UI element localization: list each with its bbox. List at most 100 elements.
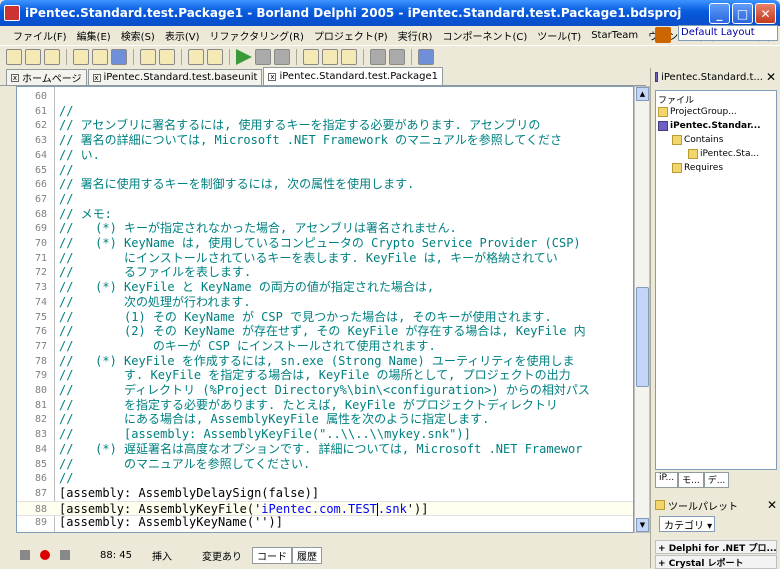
code-line[interactable]: 63 // 署名の詳細については, Microsoft .NET Framewor… [17,133,633,148]
tab-history[interactable]: 履歴 [292,546,322,564]
layout-select[interactable]: Default Layout [678,25,778,41]
code-line[interactable]: 89 [assembly: AssemblyKeyName('')] [17,515,633,530]
editor-vertical-scrollbar[interactable]: ▲ ▼ [634,86,650,533]
code-line[interactable]: 61 // [17,104,633,119]
code-line[interactable]: 68 // メモ: [17,207,633,222]
code-line[interactable]: 90 [17,530,633,532]
tree-item-projectgroup[interactable]: ProjectGroup... [658,107,737,117]
forward-arrow-icon[interactable] [389,49,405,65]
code-line[interactable]: 70 // (*) KeyName は, 使用しているコンピュータの Crypto… [17,236,633,251]
code-line[interactable]: 88 [assembly: AssemblyKeyFile('iPentec.co… [17,500,633,516]
tree-item-requires[interactable]: Requires [672,163,723,173]
step-over-icon[interactable] [322,49,338,65]
stop-icon[interactable] [274,49,290,65]
record-macro-icon[interactable] [40,550,50,560]
tree-item-unit[interactable]: iPentec.Sta... [688,149,759,159]
open-icon[interactable] [25,49,41,65]
maximize-button[interactable]: □ [732,3,753,24]
tab-homepage[interactable]: x ホームページ [6,69,87,85]
minimize-button[interactable]: _ [709,3,730,24]
code-line[interactable]: 81 // を指定する必要があります. たとえば, KeyFile がプロジェクト… [17,398,633,413]
menu-item[interactable]: StarTeam [586,30,643,41]
help-icon[interactable] [655,27,671,43]
code-line[interactable]: 86 // [17,471,633,486]
code-line[interactable]: 78 // (*) KeyFile を作成するには, sn.exe (Strong… [17,354,633,369]
code-line[interactable]: 67 // [17,192,633,207]
code-line[interactable]: 75 // (1) その KeyName が CSP で見つかった場合は, そのキ… [17,310,633,325]
menu-item[interactable]: 実行(R) [393,28,438,43]
code-line[interactable]: 65 // [17,163,633,178]
tab-baseunit[interactable]: x iPentec.Standard.test.baseunit [87,69,263,85]
palette-group[interactable]: + Delphi for .NET プロ... [655,540,777,554]
code-line[interactable]: 66 // 署名に使用するキーを制御するには, 次の属性を使用します. [17,177,633,192]
tab-project[interactable]: iP... [655,472,679,488]
menu-item[interactable]: ツール(T) [532,28,586,43]
tree-item-contains[interactable]: Contains [672,135,723,145]
menu-item[interactable]: リファクタリング(R) [205,28,309,43]
code-line[interactable]: 85 // のマニュアルを参照してください. [17,456,633,472]
palette-group[interactable]: + Crystal レポート [655,555,777,569]
menu-item[interactable]: コンポーネント(C) [437,28,532,43]
scroll-thumb[interactable] [636,287,649,387]
close-icon[interactable]: x [11,73,19,82]
scroll-up-icon[interactable]: ▲ [636,87,649,101]
code-line[interactable]: 60 [17,89,633,104]
reopen-icon[interactable] [92,49,108,65]
menu-item[interactable]: プロジェクト(P) [309,28,393,43]
code-line[interactable]: 79 // す. KeyFile を指定する場合は, KeyFile の場所として… [17,368,633,383]
code-line[interactable]: 84 // (*) 遅延署名は高度なオプションです. 詳細については, Micro… [17,442,633,457]
remove-file-icon[interactable] [207,49,223,65]
code-text: // のマニュアルを参照してください. [59,456,311,471]
menu-item[interactable]: 表示(V) [160,28,205,43]
tab-data[interactable]: デ... [703,472,730,488]
tab-model[interactable]: モ... [678,472,704,488]
trace-into-icon[interactable] [303,49,319,65]
code-line[interactable]: 80 // ディレクトリ (%Project Directory%\bin\<co… [17,383,633,398]
add-file-icon[interactable] [188,49,204,65]
category-button[interactable]: カテゴリ ▾ [659,516,715,532]
code-line[interactable]: 62 // アセンブリに署名するには, 使用するキーを指定する必要があります. ア… [17,118,633,133]
close-icon[interactable]: ✕ [767,498,777,512]
save-icon[interactable] [111,49,127,65]
save-all-icon[interactable] [140,49,156,65]
pause-icon[interactable] [255,49,271,65]
code-line[interactable]: 69 // (*) キーが指定されなかった場合, アセンブリは署名されません. [17,221,633,236]
back-arrow-icon[interactable] [370,49,386,65]
open-project-icon[interactable] [44,49,60,65]
new-icon[interactable] [6,49,22,65]
line-number: 84 [34,443,47,455]
stop-macro-icon[interactable] [60,550,70,560]
code-editor[interactable]: 60 61 // 62 // アセンブリに署名するには, 使用するキーを指定する必要があ… [16,86,634,533]
code-line[interactable]: 73 // (*) KeyFile と KeyName の両方の値が指定された場合… [17,280,633,295]
line-number: 70 [34,238,47,249]
play-macro-icon[interactable] [20,550,30,560]
code-line[interactable]: 74 // 次の処理が行われます. [17,295,633,310]
code-text: [assembly: AssemblyKeyName('')] [59,515,283,530]
menu-item[interactable]: 検索(S) [116,28,160,43]
close-icon[interactable]: x [268,72,277,81]
project-manager-header: iPentec.Standard.t... ✕ [651,68,780,86]
code-line[interactable]: 64 // い. [17,148,633,163]
tab-code[interactable]: コード [252,546,292,564]
run-icon[interactable] [236,49,252,65]
close-icon[interactable]: ✕ [766,70,776,84]
tab-package1[interactable]: x iPentec.Standard.test.Package1 [263,67,444,85]
code-line[interactable]: 87 [assembly: AssemblyDelaySign(false)] [17,486,633,501]
menu-item[interactable]: 編集(E) [72,28,116,43]
code-line[interactable]: 72 // るファイルを表します. [17,265,633,280]
scroll-down-icon[interactable]: ▼ [636,518,649,532]
help-book-icon[interactable] [418,49,434,65]
code-text: // 署名に使用するキーを制御するには, 次の属性を使用します. [59,177,415,192]
close-button[interactable]: ✕ [755,3,776,24]
close-icon[interactable]: x [92,73,101,82]
menu-item[interactable]: ファイル(F) [8,28,72,43]
new-items-icon[interactable] [73,49,89,65]
code-line[interactable]: 71 // にインストールされているキーを表します. KeyFile は, キーが… [17,251,633,266]
code-line[interactable]: 82 // にある場合は, AssemblyKeyFile 属性を次のように指定し… [17,412,633,427]
code-line[interactable]: 77 // のキーが CSP にインストールされて使用されます. [17,339,633,354]
run-to-cursor-icon[interactable] [341,49,357,65]
code-line[interactable]: 76 // (2) その KeyName が存在せず, その KeyFile が存… [17,324,633,339]
close-file-icon[interactable] [159,49,175,65]
tree-item-project[interactable]: iPentec.Standar... [658,121,761,131]
code-line[interactable]: 83 // [assembly: AssemblyKeyFile("..\\..\… [17,427,633,442]
